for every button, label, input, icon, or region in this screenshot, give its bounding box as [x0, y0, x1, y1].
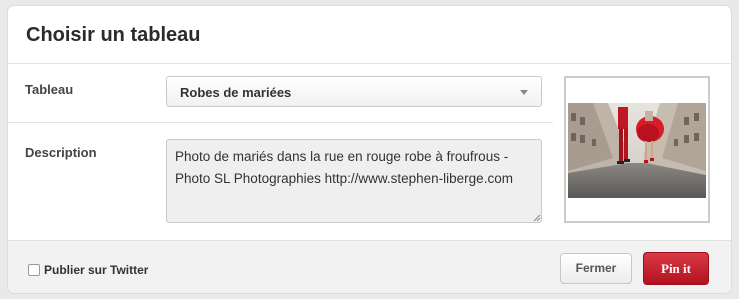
board-select[interactable]: Robes de mariées [166, 76, 542, 107]
preview-photo [568, 103, 706, 198]
pin-preview [564, 76, 710, 223]
board-selected-value: Robes de mariées [180, 85, 292, 100]
twitter-option[interactable]: Publier sur Twitter [28, 263, 148, 277]
board-row: Tableau Robes de mariées [8, 64, 553, 123]
description-label: Description [25, 145, 97, 160]
chevron-down-icon [520, 90, 528, 95]
dialog-footer: Publier sur Twitter Fermer Pin it [8, 240, 731, 293]
choose-board-dialog: Choisir un tableau Tableau Robes de mari… [8, 6, 731, 293]
description-textarea[interactable]: Photo de mariés dans la rue en rouge rob… [166, 139, 542, 223]
twitter-checkbox[interactable] [28, 264, 40, 276]
resize-grip-icon[interactable] [533, 214, 541, 222]
pin-it-button[interactable]: Pin it [643, 252, 709, 285]
twitter-label: Publier sur Twitter [44, 263, 149, 277]
board-label: Tableau [25, 82, 74, 97]
close-button[interactable]: Fermer [560, 253, 632, 284]
dialog-header: Choisir un tableau [8, 6, 731, 64]
dialog-title: Choisir un tableau [26, 24, 201, 46]
